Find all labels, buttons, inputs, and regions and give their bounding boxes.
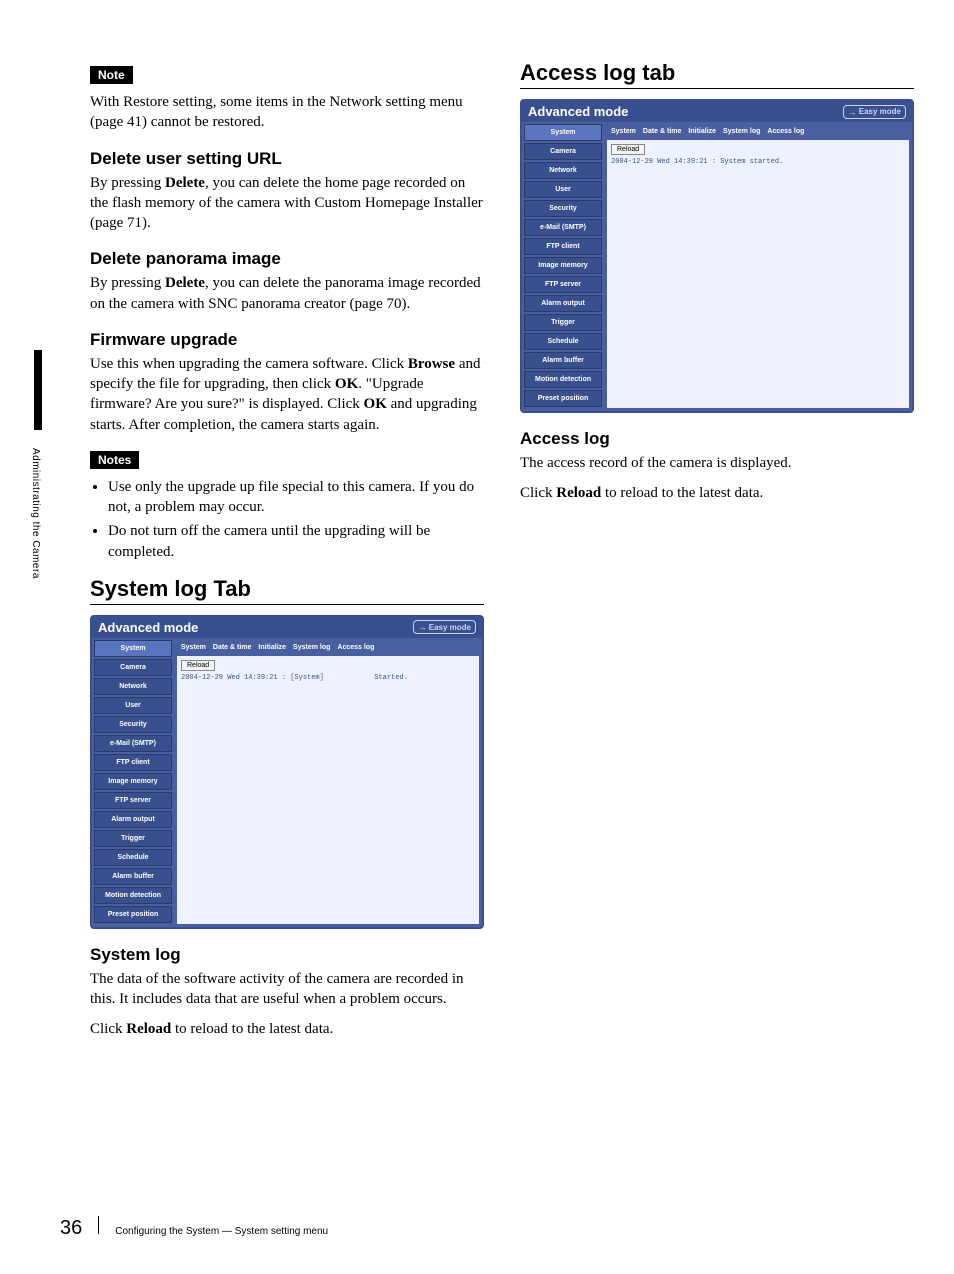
tab-access-log[interactable]: Access log	[765, 127, 806, 136]
side-chapter-marker: Administrating the Camera	[30, 350, 48, 579]
paragraph-delete-url: By pressing Delete, you can delete the h…	[90, 173, 484, 234]
sidebar-item-motion-detection[interactable]: Motion detection	[94, 887, 172, 904]
sidebar-item-image-memory[interactable]: Image memory	[94, 773, 172, 790]
sidebar-item-network[interactable]: Network	[524, 162, 602, 179]
access-log-entry: 2004-12-29 Wed 14:39:21 : System started…	[611, 158, 905, 166]
sidebar-item-security[interactable]: Security	[94, 716, 172, 733]
ui-mode-title: Advanced mode	[528, 104, 628, 119]
sidebar-item-ftp-client[interactable]: FTP client	[94, 754, 172, 771]
tab-system-log[interactable]: System log	[291, 643, 332, 652]
tab-initialize[interactable]: Initialize	[686, 127, 718, 136]
tab-system[interactable]: System	[179, 643, 208, 652]
system-log-entry: 2004-12-29 Wed 14:39:21 : [System] Start…	[181, 674, 475, 682]
sidebar-item-trigger[interactable]: Trigger	[524, 314, 602, 331]
system-log-screenshot: Advanced mode Easy mode System Camera Ne…	[90, 615, 484, 929]
easy-mode-button[interactable]: Easy mode	[843, 105, 906, 119]
firmware-note-item: Do not turn off the camera until the upg…	[108, 521, 484, 562]
ui-sidebar: System Camera Network User Security e-Ma…	[92, 638, 174, 927]
access-log-content: Reload 2004-12-29 Wed 14:39:21 : System …	[607, 140, 909, 408]
sidebar-item-system[interactable]: System	[524, 124, 602, 141]
sidebar-item-motion-detection[interactable]: Motion detection	[524, 371, 602, 388]
paragraph-access-log-1: The access record of the camera is displ…	[520, 453, 914, 473]
right-column: Access log tab Advanced mode Easy mode S…	[520, 60, 914, 1050]
paragraph-access-log-2: Click Reload to reload to the latest dat…	[520, 483, 914, 503]
system-log-content: Reload 2004-12-29 Wed 14:39:21 : [System…	[177, 656, 479, 924]
sidebar-item-image-memory[interactable]: Image memory	[524, 257, 602, 274]
sidebar-item-ftp-server[interactable]: FTP server	[524, 276, 602, 293]
sidebar-item-system[interactable]: System	[94, 640, 172, 657]
page-footer: 36 Configuring the System — System setti…	[60, 1216, 328, 1240]
ui-tab-row: System Date & time Initialize System log…	[607, 125, 909, 140]
ui-tab-row: System Date & time Initialize System log…	[177, 641, 479, 656]
sidebar-item-email[interactable]: e-Mail (SMTP)	[94, 735, 172, 752]
tab-system-log[interactable]: System log	[721, 127, 762, 136]
footer-breadcrumb: Configuring the System — System setting …	[115, 1226, 328, 1237]
heading-firmware-upgrade: Firmware upgrade	[90, 330, 484, 350]
reload-button[interactable]: Reload	[611, 144, 645, 155]
sidebar-item-schedule[interactable]: Schedule	[524, 333, 602, 350]
sidebar-item-preset-position[interactable]: Preset position	[524, 390, 602, 407]
heading-delete-panorama: Delete panorama image	[90, 249, 484, 269]
sidebar-item-security[interactable]: Security	[524, 200, 602, 217]
sidebar-item-alarm-buffer[interactable]: Alarm buffer	[94, 868, 172, 885]
tab-access-log[interactable]: Access log	[335, 643, 376, 652]
sidebar-item-user[interactable]: User	[524, 181, 602, 198]
paragraph-firmware-upgrade: Use this when upgrading the camera softw…	[90, 354, 484, 435]
access-log-screenshot: Advanced mode Easy mode System Camera Ne…	[520, 99, 914, 413]
sidebar-item-email[interactable]: e-Mail (SMTP)	[524, 219, 602, 236]
tab-date-time[interactable]: Date & time	[211, 643, 254, 652]
notes-badge: Notes	[90, 451, 139, 469]
sidebar-item-network[interactable]: Network	[94, 678, 172, 695]
tab-date-time[interactable]: Date & time	[641, 127, 684, 136]
firmware-note-item: Use only the upgrade up file special to …	[108, 477, 484, 518]
footer-divider	[98, 1216, 99, 1234]
ui-mode-title: Advanced mode	[98, 620, 198, 635]
paragraph-delete-panorama: By pressing Delete, you can delete the p…	[90, 273, 484, 314]
sidebar-item-alarm-output[interactable]: Alarm output	[524, 295, 602, 312]
sidebar-item-ftp-client[interactable]: FTP client	[524, 238, 602, 255]
easy-mode-button[interactable]: Easy mode	[413, 620, 476, 634]
firmware-notes-list: Use only the upgrade up file special to …	[90, 477, 484, 562]
side-tab-indicator	[34, 350, 42, 430]
tab-system[interactable]: System	[609, 127, 638, 136]
ui-sidebar: System Camera Network User Security e-Ma…	[522, 122, 604, 411]
sidebar-item-ftp-server[interactable]: FTP server	[94, 792, 172, 809]
heading-delete-url: Delete user setting URL	[90, 149, 484, 169]
left-column: Note With Restore setting, some items in…	[90, 60, 484, 1050]
sidebar-item-trigger[interactable]: Trigger	[94, 830, 172, 847]
sidebar-item-schedule[interactable]: Schedule	[94, 849, 172, 866]
reload-button[interactable]: Reload	[181, 660, 215, 671]
page-number: 36	[60, 1217, 82, 1240]
sidebar-item-alarm-buffer[interactable]: Alarm buffer	[524, 352, 602, 369]
tab-initialize[interactable]: Initialize	[256, 643, 288, 652]
sidebar-item-user[interactable]: User	[94, 697, 172, 714]
sidebar-item-preset-position[interactable]: Preset position	[94, 906, 172, 923]
heading-access-log: Access log	[520, 429, 914, 449]
heading-system-log: System log	[90, 945, 484, 965]
paragraph-system-log-1: The data of the software activity of the…	[90, 969, 484, 1010]
heading-access-log-tab: Access log tab	[520, 60, 914, 89]
note-badge: Note	[90, 66, 133, 84]
paragraph-system-log-2: Click Reload to reload to the latest dat…	[90, 1019, 484, 1039]
sidebar-item-camera[interactable]: Camera	[524, 143, 602, 160]
sidebar-item-alarm-output[interactable]: Alarm output	[94, 811, 172, 828]
sidebar-item-camera[interactable]: Camera	[94, 659, 172, 676]
heading-system-log-tab: System log Tab	[90, 576, 484, 605]
side-chapter-title: Administrating the Camera	[30, 448, 41, 579]
note-paragraph: With Restore setting, some items in the …	[90, 92, 484, 133]
